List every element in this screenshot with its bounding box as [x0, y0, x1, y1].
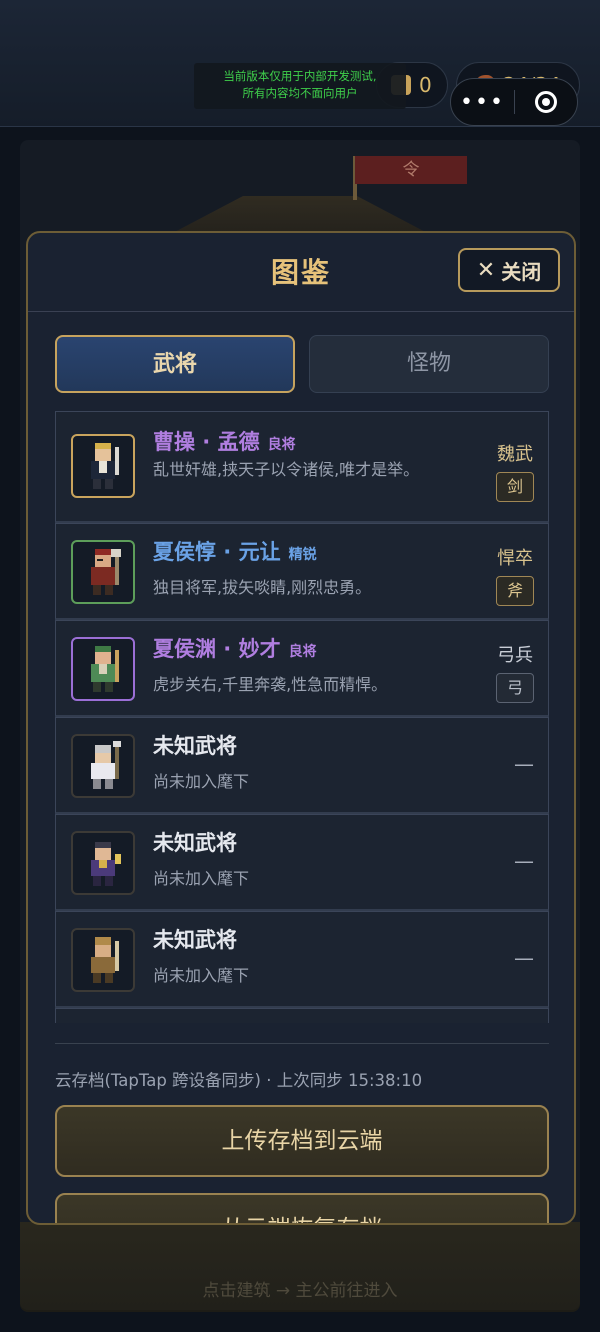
unknown-general-sprite-icon: [91, 741, 121, 789]
general-name: 夏侯惇 · 元让: [153, 540, 281, 564]
xiahouyuan-sprite-icon: [91, 646, 119, 692]
miniprogram-capsule: •••: [450, 78, 578, 126]
modal-header: 图鉴 ✕ 关闭: [28, 233, 574, 312]
general-faction: 弓兵: [497, 645, 533, 666]
dev-notice-line1: 当前版本仅用于内部开发测试,: [223, 69, 377, 83]
generals-list[interactable]: 曹操 · 孟德 良将 乱世奸雄,挟天子以令诸侯,唯才是举。 魏武 剑 夏侯惇 ·…: [55, 411, 549, 1023]
exit-button[interactable]: [515, 91, 577, 113]
locked-placeholder: —: [514, 752, 534, 776]
scene-hint: 点击建筑 → 主公前往进入: [202, 1281, 398, 1301]
general-rank: 良将: [267, 437, 296, 453]
general-portrait: [71, 734, 135, 798]
unknown-general-sprite-icon: [91, 937, 119, 983]
general-name: 夏侯渊 · 妙才: [153, 637, 281, 661]
general-name: 曹操 · 孟德: [153, 430, 260, 454]
general-rank: 良将: [288, 644, 317, 660]
cloud-sync-status: 云存档(TapTap 跨设备同步) · 上次同步 15:38:10: [55, 1071, 423, 1090]
close-button[interactable]: ✕ 关闭: [458, 248, 560, 292]
upload-save-button[interactable]: 上传存档到云端: [55, 1105, 549, 1177]
general-faction: 悍卒: [497, 548, 533, 569]
general-description: 独目将军,拔矢啖睛,刚烈忠勇。: [153, 578, 372, 597]
close-icon: ✕: [476, 257, 496, 283]
codex-modal: 图鉴 ✕ 关闭 武将 怪物 曹操 · 孟德 良将 乱世奸雄,挟天子以令诸侯,唯才…: [26, 231, 576, 1225]
caocao-sprite-icon: [91, 443, 119, 489]
tab-monsters[interactable]: 怪物: [309, 335, 549, 393]
unknown-general-sprite-icon: [91, 842, 121, 886]
general-description: 尚未加入麾下: [153, 966, 250, 985]
more-menu-button[interactable]: •••: [451, 90, 514, 115]
general-name: 未知武将: [153, 928, 237, 952]
coin-value: 0: [419, 73, 432, 97]
general-description: 尚未加入麾下: [153, 869, 250, 888]
locked-placeholder: —: [514, 849, 534, 873]
general-faction: 魏武: [497, 444, 533, 465]
general-description: 尚未加入麾下: [153, 772, 250, 791]
general-name: 未知武将: [153, 734, 237, 758]
weapon-badge: 弓: [496, 673, 534, 703]
list-item[interactable]: 未知武将 尚未加入麾下 —: [55, 911, 549, 1008]
list-item[interactable]: 夏侯惇 · 元让 精锐 独目将军,拔矢啖睛,刚烈忠勇。 悍卒 斧: [55, 523, 549, 620]
general-description: 乱世奸雄,挟天子以令诸侯,唯才是举。: [153, 460, 420, 479]
list-item[interactable]: 未知武将 尚未加入麾下 —: [55, 717, 549, 814]
close-label: 关闭: [501, 259, 542, 284]
dev-build-notice: 当前版本仅用于内部开发测试, 所有内容均不面向用户: [194, 63, 406, 109]
general-portrait: [71, 831, 135, 895]
locked-placeholder: —: [514, 946, 534, 970]
list-item[interactable]: [55, 1008, 549, 1023]
list-item[interactable]: 曹操 · 孟德 良将 乱世奸雄,挟天子以令诸侯,唯才是举。 魏武 剑: [55, 411, 549, 523]
tab-generals[interactable]: 武将: [55, 335, 295, 393]
general-portrait: [71, 928, 135, 992]
general-name: 未知武将: [153, 831, 237, 855]
general-portrait: [71, 637, 135, 701]
codex-tabs: 武将 怪物: [55, 335, 549, 393]
xiahoudun-sprite-icon: [91, 549, 121, 595]
weapon-badge: 斧: [496, 576, 534, 606]
dev-notice-line2: 所有内容均不面向用户: [242, 86, 358, 100]
list-item[interactable]: 未知武将 尚未加入麾下 —: [55, 814, 549, 911]
target-icon: [534, 91, 557, 113]
general-portrait: [71, 434, 135, 498]
command-banner: 令: [355, 156, 467, 184]
restore-save-button[interactable]: 从云端恢复存档: [55, 1193, 549, 1223]
general-portrait: [71, 540, 135, 604]
list-item[interactable]: 夏侯渊 · 妙才 良将 虎步关右,千里奔袭,性急而精悍。 弓兵 弓: [55, 620, 549, 717]
section-divider: [55, 1043, 549, 1044]
general-description: 虎步关右,千里奔袭,性急而精悍。: [153, 675, 388, 694]
weapon-badge: 剑: [496, 472, 534, 502]
general-rank: 精锐: [288, 547, 317, 563]
